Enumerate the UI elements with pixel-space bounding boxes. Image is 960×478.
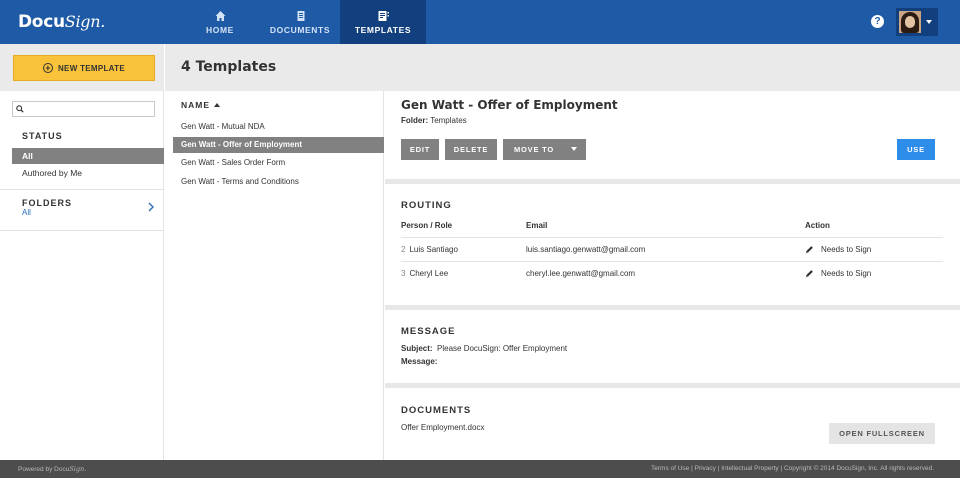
documents-heading: DOCUMENTS bbox=[401, 405, 472, 416]
docusign-logo[interactable]: DocuSign. bbox=[18, 12, 105, 32]
new-template-button[interactable]: + NEW TEMPLATE bbox=[13, 55, 155, 81]
nav-templates[interactable]: TEMPLATES bbox=[340, 0, 426, 44]
name-column-header[interactable]: NAME bbox=[181, 100, 221, 110]
table-row: 3 Cheryl Lee cheryl.lee.genwatt@gmail.com… bbox=[401, 261, 943, 285]
new-template-area: + NEW TEMPLATE bbox=[0, 44, 164, 91]
recipient-email: cheryl.lee.genwatt@gmail.com bbox=[526, 269, 636, 278]
recipient-person: 2 Luis Santiago bbox=[401, 245, 458, 254]
left-sidebar: + NEW TEMPLATE STATUS All Authored by Me… bbox=[0, 44, 164, 460]
search-input[interactable] bbox=[12, 101, 155, 117]
status-heading: STATUS bbox=[22, 131, 63, 141]
templates-icon bbox=[378, 10, 389, 21]
caret-down-icon bbox=[926, 20, 932, 24]
template-list: NAME Gen Watt - Mutual NDA Gen Watt - Of… bbox=[165, 91, 384, 460]
routing-header-person: Person / Role bbox=[401, 221, 453, 230]
document-file[interactable]: Offer Employment.docx bbox=[401, 423, 484, 432]
folders-value[interactable]: All bbox=[22, 208, 31, 217]
recipient-action: Needs to Sign bbox=[821, 269, 872, 278]
table-row: 2 Luis Santiago luis.santiago.genwatt@gma… bbox=[401, 237, 943, 261]
footer-links[interactable]: Terms of Use | Privacy | Intellectual Pr… bbox=[651, 460, 934, 478]
recipient-action: Needs to Sign bbox=[821, 245, 872, 254]
main-nav: HOME DOCUMENTS TEMPLATES bbox=[180, 0, 426, 44]
folders-heading[interactable]: FOLDERS bbox=[22, 198, 72, 208]
chevron-right-icon[interactable] bbox=[148, 202, 154, 212]
top-navigation-bar: DocuSign. HOME DOCUMENTS TEMPLATES ? bbox=[0, 0, 960, 44]
help-icon[interactable]: ? bbox=[871, 15, 884, 28]
search-icon bbox=[16, 105, 24, 113]
avatar bbox=[899, 11, 921, 33]
template-folder: Folder: Templates bbox=[401, 116, 467, 125]
divider bbox=[0, 230, 164, 231]
list-item[interactable]: Gen Watt - Terms and Conditions bbox=[173, 174, 384, 190]
message-subject: Subject: Please DocuSign: Offer Employme… bbox=[401, 344, 568, 353]
nav-home[interactable]: HOME bbox=[180, 0, 260, 44]
list-item-selected[interactable]: Gen Watt - Offer of Employment bbox=[173, 137, 384, 153]
template-detail: Gen Watt - Offer of Employment Folder: T… bbox=[385, 91, 960, 460]
use-button[interactable]: USE bbox=[897, 139, 935, 160]
delete-button[interactable]: DELETE bbox=[445, 139, 497, 160]
footer: Powered by DocuSign. Terms of Use | Priv… bbox=[0, 460, 960, 478]
documents-icon bbox=[297, 10, 304, 21]
list-item[interactable]: Gen Watt - Sales Order Form bbox=[173, 155, 384, 171]
home-icon bbox=[215, 10, 225, 21]
caret-down-icon bbox=[571, 147, 577, 151]
edit-button[interactable]: EDIT bbox=[401, 139, 439, 160]
recipient-email: luis.santiago.genwatt@gmail.com bbox=[526, 245, 646, 254]
list-item[interactable]: Gen Watt - Mutual NDA bbox=[173, 119, 384, 135]
plus-circle-icon: + bbox=[42, 63, 53, 73]
section-separator bbox=[385, 179, 960, 184]
user-menu[interactable] bbox=[896, 8, 938, 36]
page-title: 4 Templates bbox=[181, 59, 277, 75]
section-separator bbox=[385, 383, 960, 388]
status-filter-authored-by-me[interactable]: Authored by Me bbox=[22, 168, 82, 178]
pencil-icon bbox=[805, 246, 813, 254]
page-header: 4 Templates bbox=[165, 44, 960, 91]
status-filter-all[interactable]: All bbox=[12, 148, 164, 164]
routing-heading: ROUTING bbox=[401, 200, 452, 211]
powered-by: Powered by DocuSign. bbox=[18, 465, 87, 473]
open-fullscreen-button[interactable]: OPEN FULLSCREEN bbox=[829, 423, 935, 444]
divider bbox=[0, 189, 164, 190]
recipient-person: 3 Cheryl Lee bbox=[401, 269, 449, 278]
sort-ascending-icon bbox=[214, 103, 221, 107]
pencil-icon bbox=[805, 270, 813, 278]
routing-header-email: Email bbox=[526, 221, 548, 230]
routing-header-action: Action bbox=[805, 221, 830, 230]
template-title: Gen Watt - Offer of Employment bbox=[401, 98, 618, 112]
section-separator bbox=[385, 305, 960, 310]
message-heading: MESSAGE bbox=[401, 326, 456, 337]
message-body-label: Message: bbox=[401, 357, 438, 366]
nav-documents[interactable]: DOCUMENTS bbox=[260, 0, 340, 44]
move-to-button[interactable]: MOVE TO bbox=[503, 139, 586, 160]
